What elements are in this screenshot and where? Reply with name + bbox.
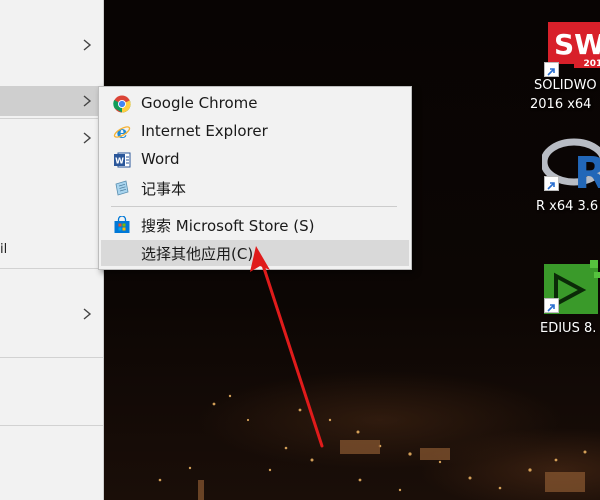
annotation-arrow xyxy=(250,246,324,448)
